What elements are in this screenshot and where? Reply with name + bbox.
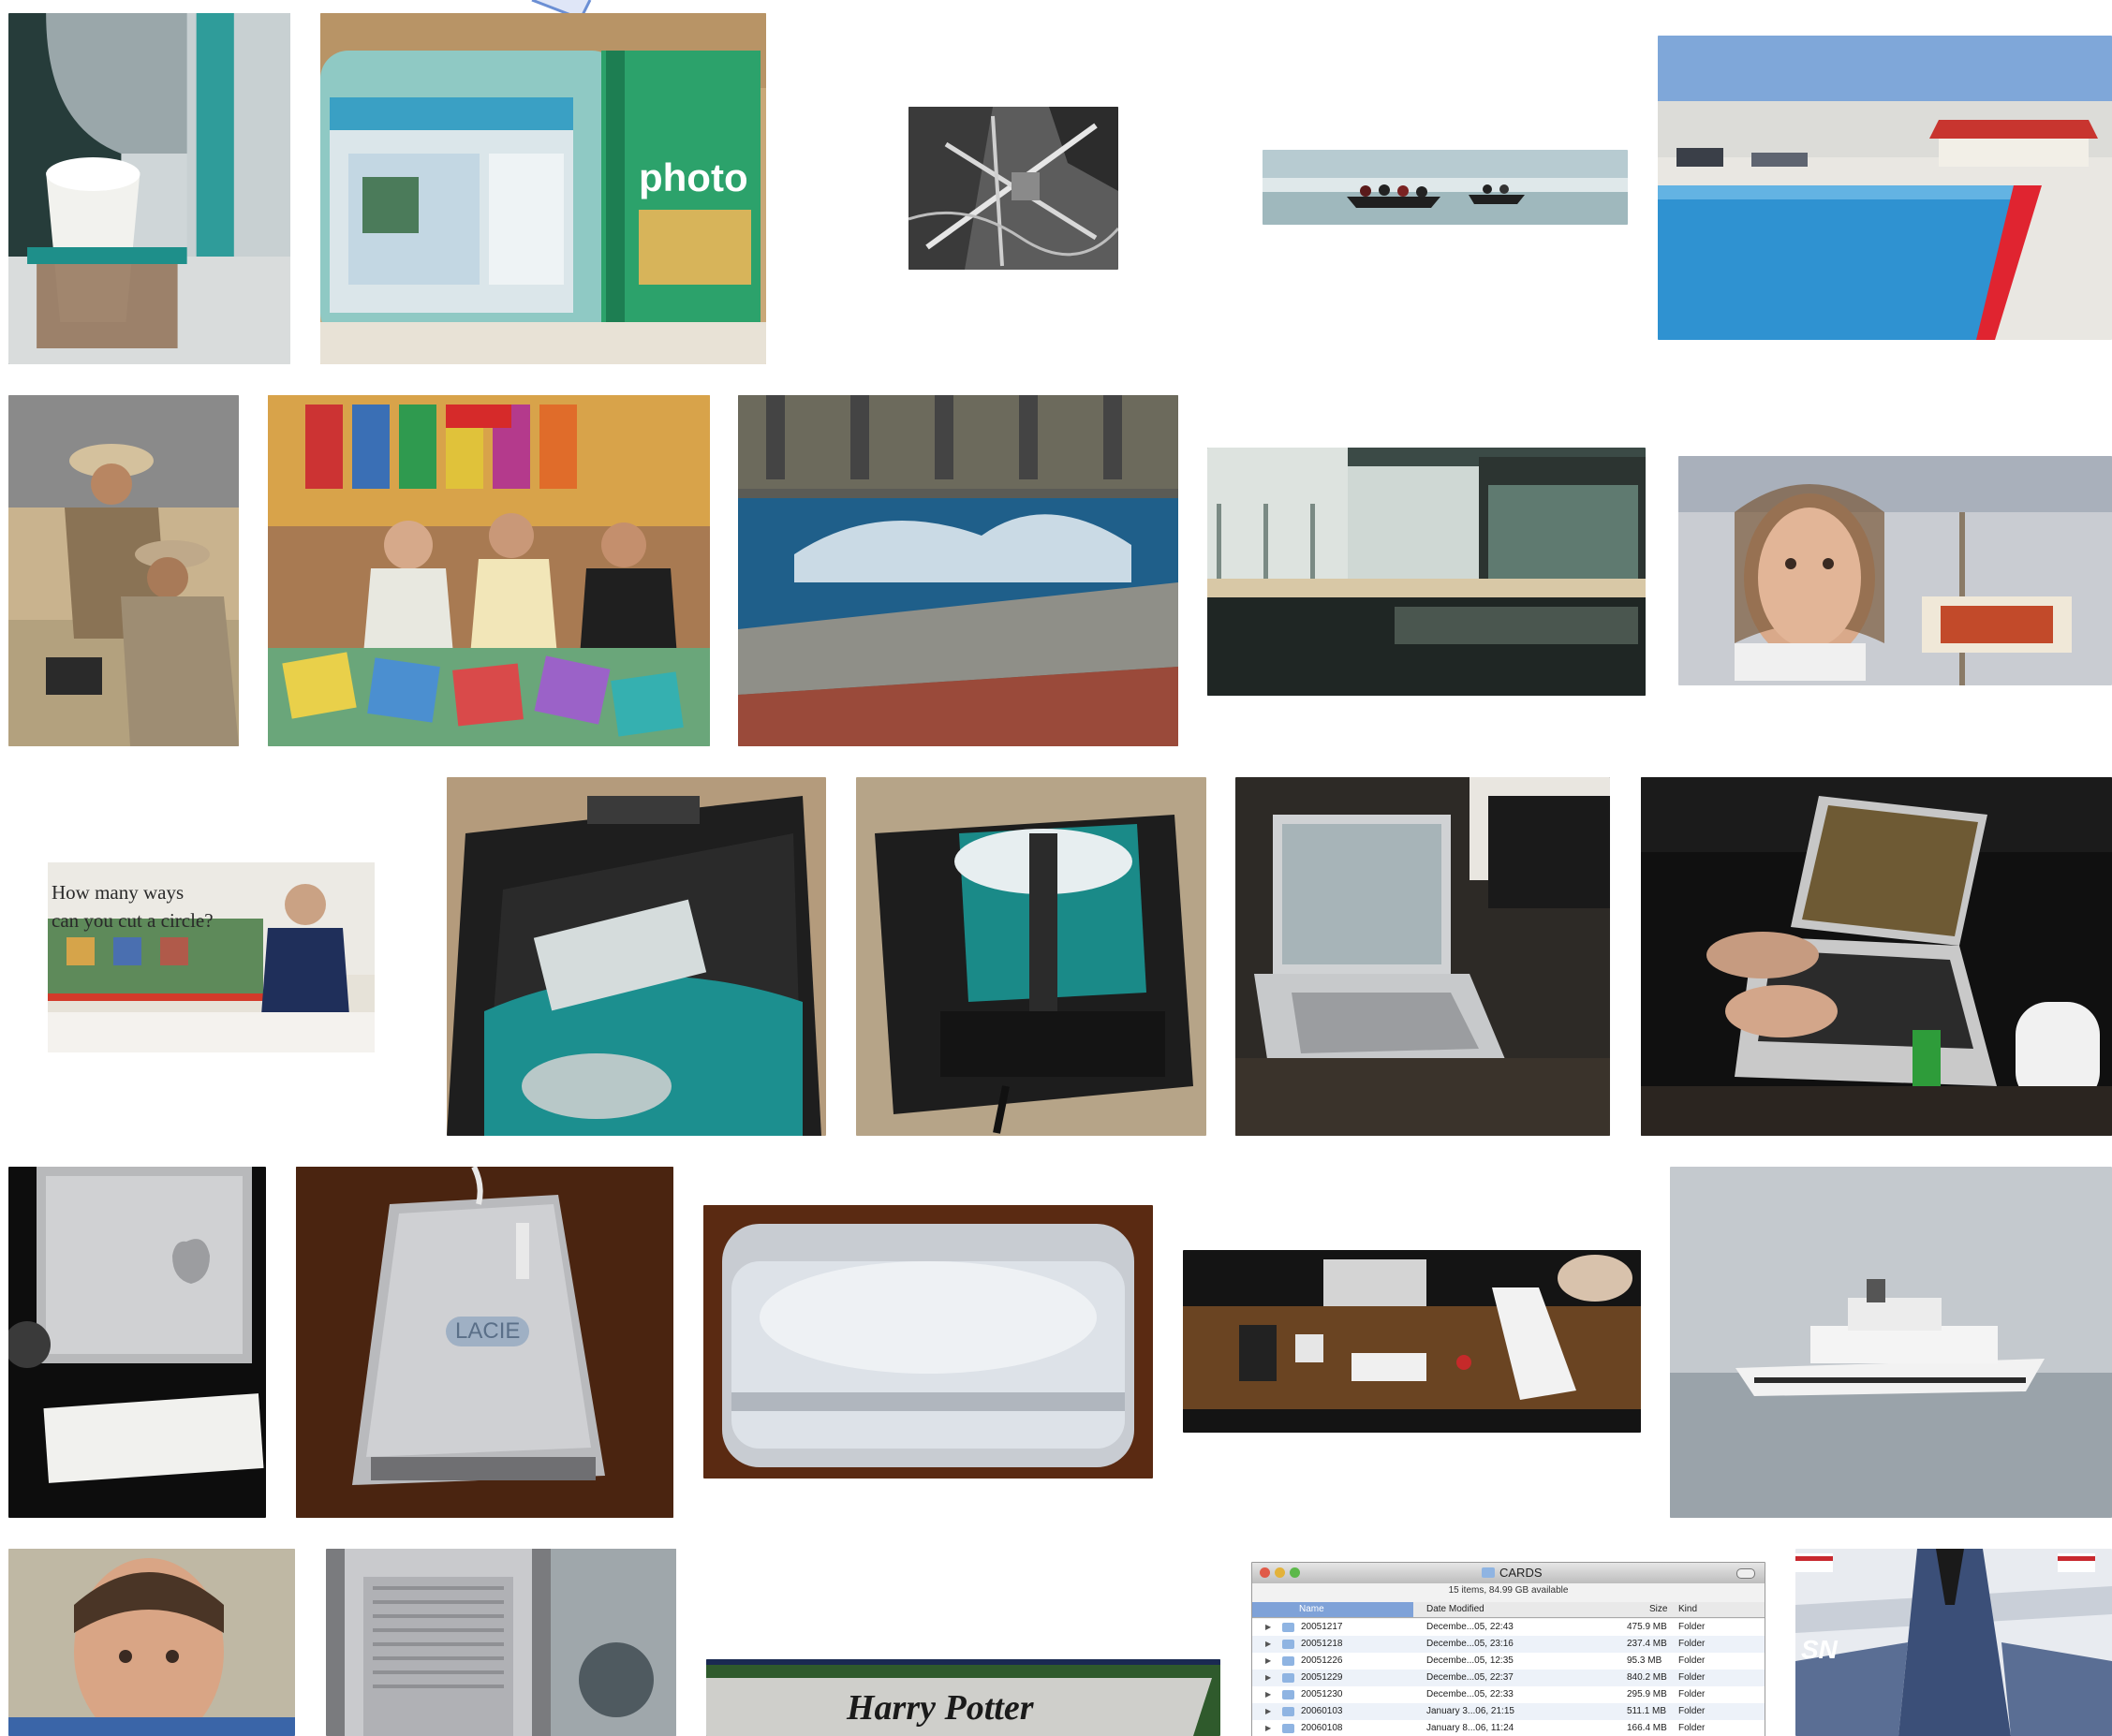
svg-text:photo: photo	[639, 155, 748, 199]
folder-icon	[1282, 1640, 1294, 1649]
image-thumbnail-pool[interactable]	[1658, 36, 2112, 340]
finder-cell: 475.9 MB	[1627, 1622, 1667, 1632]
image-thumbnail-jet[interactable]: SN	[1795, 1549, 2112, 1736]
finder-cell: 20060103	[1301, 1706, 1343, 1716]
image-thumbnail-cube-computer[interactable]	[8, 1167, 266, 1518]
column-header-name[interactable]: Name	[1252, 1602, 1413, 1617]
finder-cell: 295.9 MB	[1627, 1689, 1667, 1699]
image-thumbnail-book-cover[interactable]: Harry Potter	[706, 1659, 1220, 1736]
disclosure-triangle-icon[interactable]: ▶	[1265, 1724, 1271, 1732]
close-button-icon[interactable]	[1260, 1567, 1270, 1578]
finder-file-list: ▶ 20051217 Decembe...05, 22:43 475.9 MB Fold…	[1252, 1619, 1765, 1736]
finder-cell: 511.1 MB	[1627, 1706, 1667, 1716]
disclosure-triangle-icon[interactable]: ▶	[1265, 1707, 1271, 1715]
drive-brand-label: LACIE	[446, 1317, 530, 1346]
finder-title-bar: CARDS	[1252, 1563, 1765, 1583]
finder-cell: 237.4 MB	[1627, 1639, 1667, 1649]
image-gallery: photo How many ways can you cut a circle…	[0, 0, 2112, 1736]
finder-cell: 20051229	[1301, 1672, 1343, 1683]
folder-icon	[1282, 1656, 1294, 1666]
finder-cell: Folder	[1678, 1723, 1706, 1733]
image-thumbnail-soldiers[interactable]	[8, 395, 239, 746]
image-thumbnail-laptop-desk[interactable]	[1235, 777, 1610, 1136]
image-thumbnail-ship[interactable]	[1670, 1167, 2112, 1518]
aircraft-marking-text: SN	[1801, 1635, 1838, 1664]
disclosure-triangle-icon[interactable]: ▶	[1265, 1656, 1271, 1665]
disclosure-triangle-icon[interactable]: ▶	[1265, 1690, 1271, 1699]
disclosure-triangle-icon[interactable]: ▶	[1265, 1623, 1271, 1631]
finder-cell: 840.2 MB	[1627, 1672, 1667, 1683]
bulletin-board-text-line-1: How many ways	[52, 881, 185, 904]
folder-icon	[1282, 1673, 1294, 1683]
folder-icon	[1282, 1724, 1294, 1733]
finder-cell: 20060108	[1301, 1723, 1343, 1733]
finder-row[interactable]: ▶ 20051217 Decembe...05, 22:43 475.9 MB Fold…	[1252, 1619, 1765, 1636]
folder-icon	[1282, 1690, 1294, 1699]
image-thumbnail-teal-computer-cup[interactable]	[8, 13, 290, 364]
finder-window-title: CARDS	[1499, 1566, 1543, 1580]
finder-cell: Folder	[1678, 1655, 1706, 1666]
image-thumbnail-finder-window[interactable]: CARDS 15 items, 84.99 GB available Name …	[1251, 1562, 1765, 1736]
image-thumbnail-lacie-drive[interactable]: LACIE	[296, 1167, 673, 1518]
folder-icon	[1282, 1707, 1294, 1716]
finder-cell: Folder	[1678, 1639, 1706, 1649]
image-thumbnail-teacher-bulletin-board[interactable]: How many ways can you cut a circle?	[48, 862, 375, 1052]
finder-cell: 95.3 MB	[1627, 1655, 1662, 1666]
finder-cell: Decembe...05, 22:37	[1426, 1672, 1514, 1683]
finder-cell: January 8...06, 11:24	[1426, 1723, 1514, 1733]
folder-icon	[1482, 1567, 1495, 1578]
finder-row[interactable]: ▶ 20060108 January 8...06, 11:24 166.4 MB Fo…	[1252, 1720, 1765, 1736]
finder-row[interactable]: ▶ 20051229 Decembe...05, 22:37 840.2 MB Fold…	[1252, 1670, 1765, 1686]
image-thumbnail-computer-in-bag[interactable]	[447, 777, 826, 1136]
image-thumbnail-carry-bag[interactable]	[856, 777, 1206, 1136]
finder-cell: Folder	[1678, 1706, 1706, 1716]
finder-row[interactable]: ▶ 20051226 Decembe...05, 12:35 95.3 MB Folde…	[1252, 1653, 1765, 1670]
image-thumbnail-portrait[interactable]	[8, 1549, 295, 1736]
finder-cell: Decembe...05, 12:35	[1426, 1655, 1514, 1666]
finder-cell: 166.4 MB	[1627, 1723, 1667, 1733]
image-thumbnail-aerial-airfield[interactable]	[908, 107, 1118, 270]
finder-cell: Decembe...05, 22:43	[1426, 1622, 1514, 1632]
finder-cell: Folder	[1678, 1672, 1706, 1683]
finder-cell: Folder	[1678, 1689, 1706, 1699]
image-thumbnail-laptops-messy-desk[interactable]	[1183, 1250, 1641, 1433]
image-thumbnail-typing-laptop[interactable]	[1641, 777, 2112, 1136]
column-header-date[interactable]: Date Modified	[1426, 1604, 1484, 1614]
folder-icon	[1282, 1623, 1294, 1632]
image-thumbnail-mouse-box[interactable]	[703, 1205, 1153, 1479]
finder-cell: 20051226	[1301, 1655, 1343, 1666]
finder-cell: Decembe...05, 23:16	[1426, 1639, 1514, 1649]
bulletin-board-text-line-2: can you cut a circle?	[52, 909, 214, 932]
finder-column-header: Name Date Modified Size Kind	[1252, 1602, 1765, 1618]
finder-row[interactable]: ▶ 20060103 January 3...06, 21:15 511.1 MB Fo…	[1252, 1703, 1765, 1720]
minimize-button-icon[interactable]	[1275, 1567, 1285, 1578]
image-thumbnail-mall[interactable]	[1207, 448, 1646, 696]
finder-cell: Folder	[1678, 1622, 1706, 1632]
finder-cell: 20051217	[1301, 1622, 1343, 1632]
finder-row[interactable]: ▶ 20051230 Decembe...05, 22:33 295.9 MB Fold…	[1252, 1686, 1765, 1703]
image-thumbnail-billboard-woman[interactable]	[1678, 456, 2112, 685]
image-thumbnail-imac-photo-software[interactable]: photo	[320, 13, 766, 364]
column-header-kind[interactable]: Kind	[1678, 1604, 1697, 1614]
disclosure-triangle-icon[interactable]: ▶	[1265, 1640, 1271, 1648]
finder-status-text: 15 items, 84.99 GB available	[1448, 1585, 1569, 1596]
disclosure-triangle-icon[interactable]: ▶	[1265, 1673, 1271, 1682]
finder-row[interactable]: ▶ 20051218 Decembe...05, 23:16 237.4 MB Fold…	[1252, 1636, 1765, 1653]
image-thumbnail-book-fair[interactable]	[268, 395, 710, 746]
finder-cell: 20051218	[1301, 1639, 1343, 1649]
zoom-button-icon[interactable]	[1290, 1567, 1300, 1578]
image-thumbnail-fountain[interactable]	[738, 395, 1178, 746]
image-thumbnail-tower-computer[interactable]	[326, 1549, 676, 1736]
finder-cell: 20051230	[1301, 1689, 1343, 1699]
toolbar-toggle-button[interactable]	[1736, 1568, 1755, 1579]
finder-cell: Decembe...05, 22:33	[1426, 1689, 1514, 1699]
finder-cell: January 3...06, 21:15	[1426, 1706, 1514, 1716]
image-thumbnail-glacier-boats[interactable]	[1263, 150, 1628, 225]
book-title-text: Harry Potter	[847, 1688, 1034, 1728]
column-header-size[interactable]: Size	[1649, 1604, 1667, 1614]
